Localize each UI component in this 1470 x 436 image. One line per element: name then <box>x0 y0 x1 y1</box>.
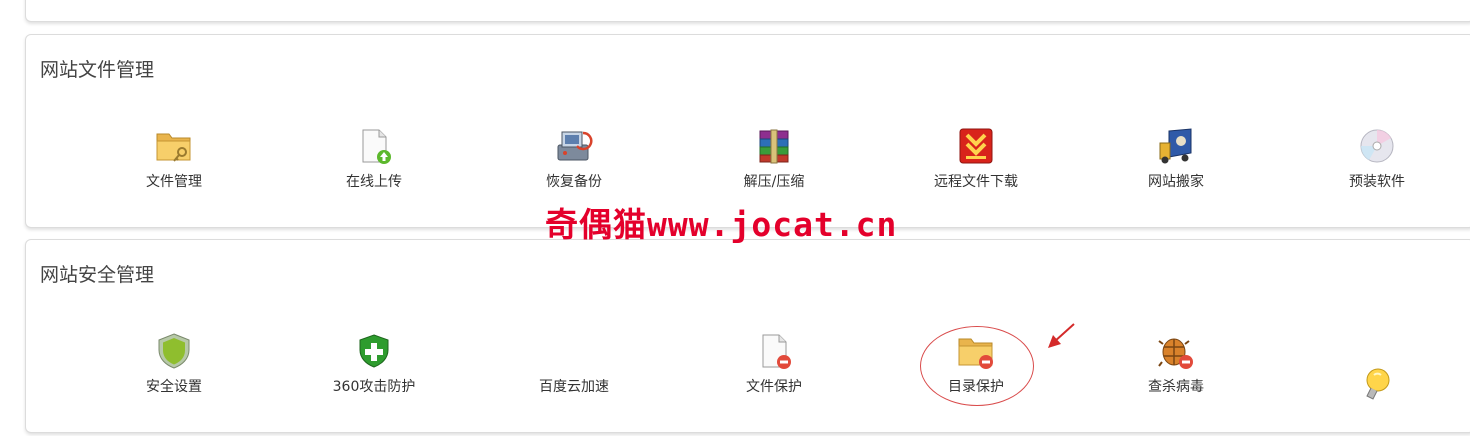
folder-key-icon <box>156 133 191 162</box>
item-label: 文件管理 <box>146 174 202 190</box>
moving-truck-icon <box>1159 128 1192 164</box>
restore-backup-button[interactable]: 恢复备份 <box>509 123 639 193</box>
archive-books-icon <box>759 129 789 164</box>
highlight-circle <box>920 326 1034 406</box>
remote-download-icon <box>959 128 993 164</box>
remote-download-button[interactable]: 远程文件下载 <box>911 123 1041 193</box>
lightbulb-icon <box>1366 368 1390 400</box>
virus-scan-button[interactable]: 查杀病毒 <box>1111 328 1241 398</box>
item-label: 远程文件下载 <box>934 174 1018 190</box>
file-upload-icon <box>362 129 391 164</box>
security-settings-button[interactable]: 安全设置 <box>109 328 239 398</box>
file-protect-icon <box>762 334 791 369</box>
item-label: 百度云加速 <box>539 379 609 395</box>
shield-icon <box>158 333 190 369</box>
item-label: 预装软件 <box>1349 174 1405 190</box>
item-label: 安全设置 <box>146 379 202 395</box>
item-label: 恢复备份 <box>546 174 602 190</box>
preinstalled-software-button[interactable]: 预装软件 <box>1312 123 1442 193</box>
watermark-text: 奇偶猫www.jocat.cn <box>545 205 898 244</box>
previous-panel <box>25 0 1470 22</box>
item-label: 文件保护 <box>746 379 802 395</box>
extract-compress-button[interactable]: 解压/压缩 <box>709 123 839 193</box>
online-upload-button[interactable]: 在线上传 <box>309 123 439 193</box>
pointer-arrow-icon <box>1048 323 1075 348</box>
baidu-cloud-acceleration-button[interactable]: 百度云加速 <box>509 328 639 398</box>
item-label: 网站搬家 <box>1148 174 1204 190</box>
security-management-panel: 网站安全管理 安全设置 360攻击防护 百度云加速 文件保护 目录保护 查杀病毒 <box>25 239 1470 433</box>
file-protection-button[interactable]: 文件保护 <box>709 328 839 398</box>
item-label: 在线上传 <box>346 174 402 190</box>
360-attack-protection-button[interactable]: 360攻击防护 <box>309 328 439 398</box>
file-manager-button[interactable]: 文件管理 <box>109 123 239 193</box>
cd-disc-icon <box>1360 129 1394 163</box>
panel-title: 网站安全管理 <box>40 264 155 286</box>
backup-restore-icon <box>557 131 593 161</box>
shield-plus-icon <box>359 334 389 368</box>
item-label: 查杀病毒 <box>1148 379 1204 395</box>
item-label: 解压/压缩 <box>743 174 805 190</box>
item-label: 360攻击防护 <box>332 379 416 395</box>
bug-remove-icon <box>1158 338 1193 369</box>
panel-title: 网站文件管理 <box>40 59 155 81</box>
site-migration-button[interactable]: 网站搬家 <box>1111 123 1241 193</box>
tips-button[interactable] <box>1312 328 1442 400</box>
